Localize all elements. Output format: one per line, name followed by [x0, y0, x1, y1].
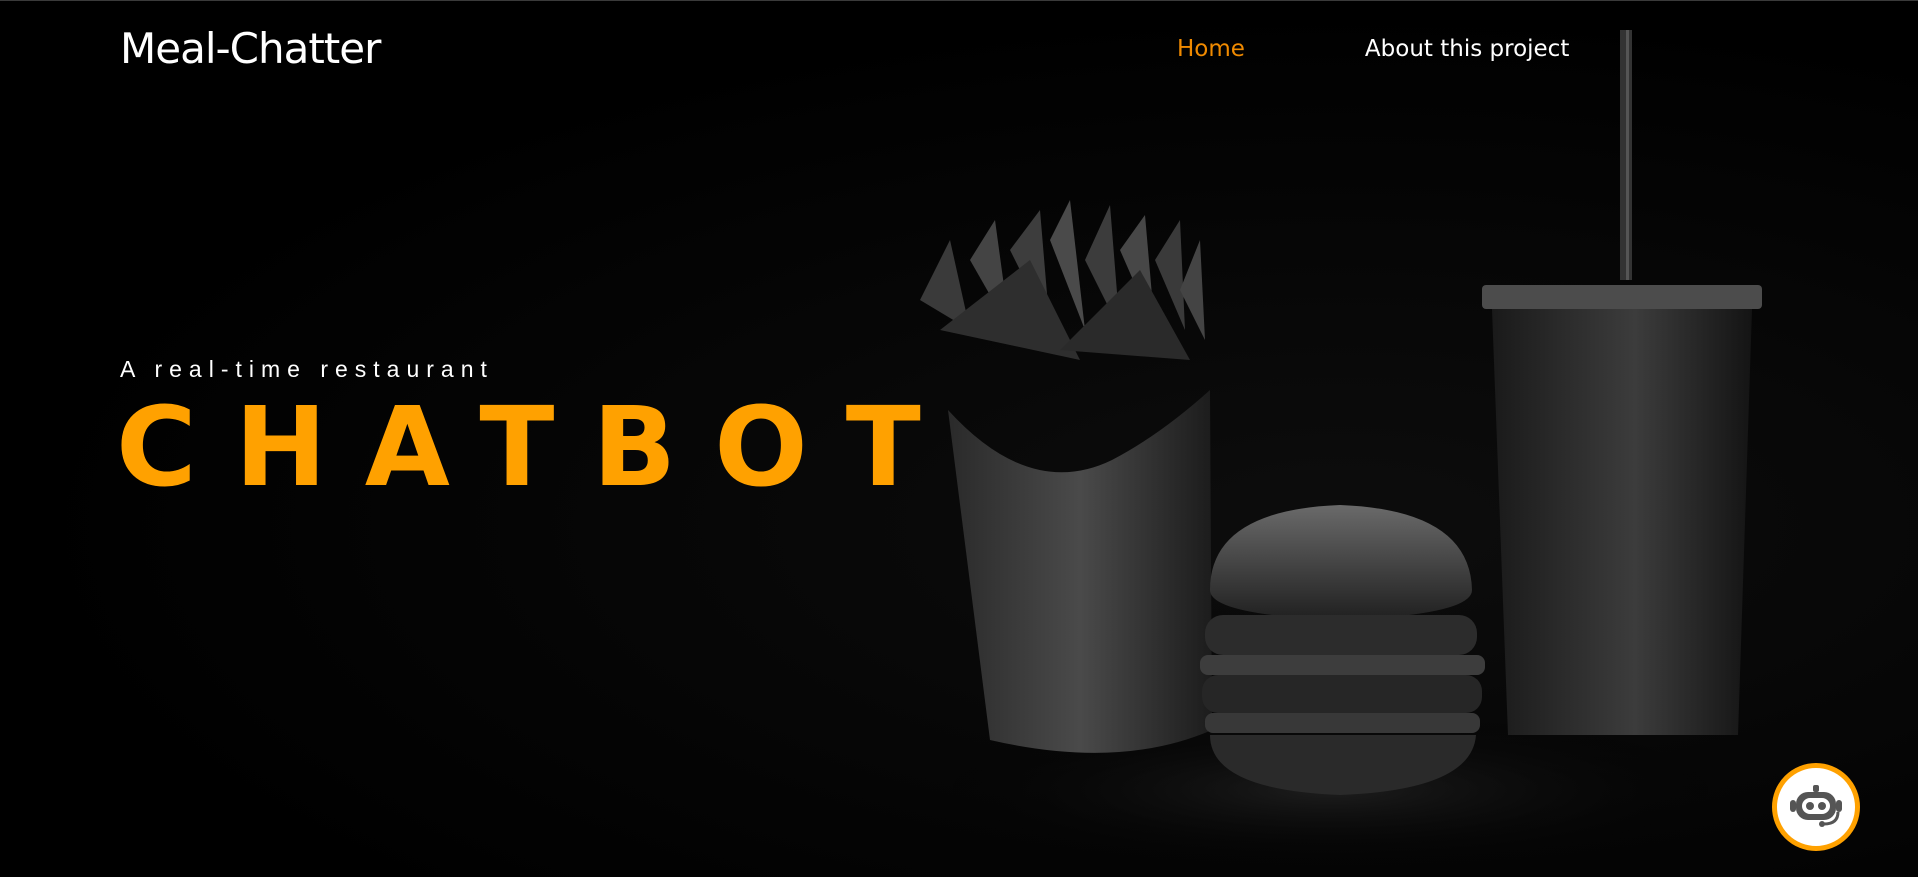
fries-box	[948, 390, 1212, 753]
cup	[1492, 309, 1752, 735]
hero-subtitle: A real-time restaurant	[120, 356, 494, 382]
chatbot-launcher-button[interactable]	[1772, 763, 1860, 851]
fries	[920, 200, 1205, 360]
page: Meal-Chatter Home About this project A r…	[0, 0, 1918, 877]
top-border	[0, 0, 1918, 1]
burger	[1200, 505, 1485, 795]
hero-headline: CHATBOT	[116, 383, 959, 511]
food-hero-image	[880, 30, 1780, 877]
cup-lid	[1482, 285, 1762, 309]
robot-headset-icon	[1790, 785, 1842, 827]
site-logo[interactable]: Meal-Chatter	[120, 24, 381, 73]
